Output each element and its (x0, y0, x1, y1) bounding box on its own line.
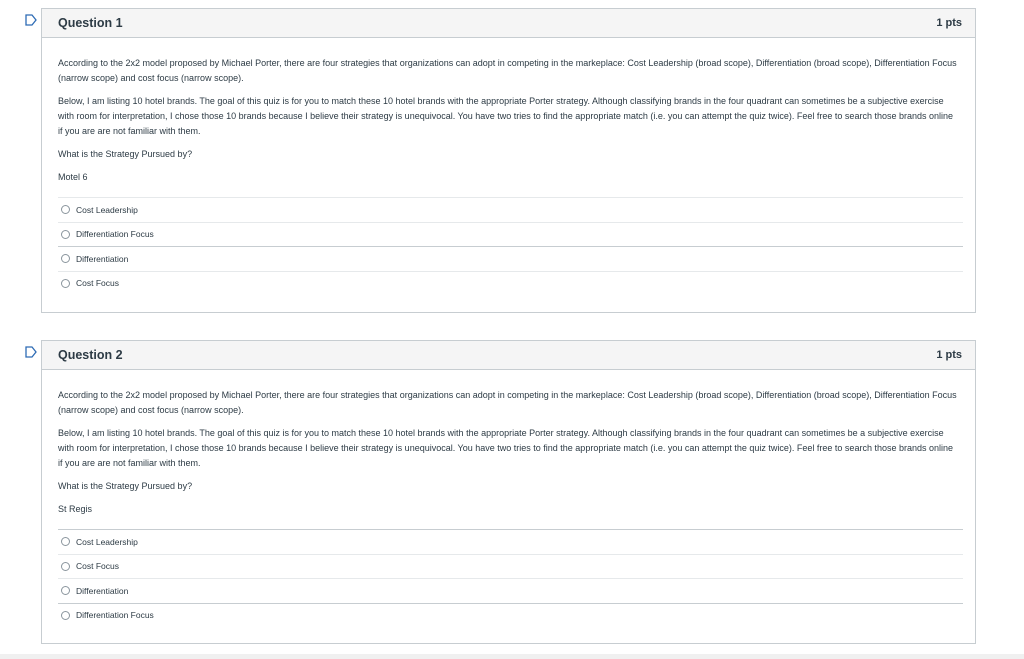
question-subject: Motel 6 (58, 172, 88, 182)
question-paragraph: Below, I am listing 10 hotel brands. The… (58, 428, 954, 468)
flag-icon[interactable] (25, 14, 37, 26)
question-header: Question 2 1 pts (42, 340, 975, 370)
answer-label: Differentiation (76, 585, 129, 596)
question-paragraph: According to the 2x2 model proposed by M… (58, 58, 957, 83)
answer-label: Cost Leadership (76, 536, 138, 547)
question-subject: St Regis (58, 504, 93, 514)
answer-option[interactable]: Differentiation Focus (58, 221, 963, 247)
question-1: Question 1 1 pts According to the 2x2 mo… (25, 8, 976, 313)
answer-option[interactable]: Cost Leadership (58, 529, 963, 554)
answer-label: Cost Leadership (76, 204, 138, 215)
question-prompt: What is the Strategy Pursued by? (58, 481, 193, 491)
question-title: Question 1 (58, 16, 123, 30)
radio-icon[interactable] (61, 229, 70, 239)
answer-label: Differentiation Focus (76, 229, 154, 240)
question-points: 1 pts (936, 17, 962, 29)
answer-list: Cost Leadership Cost Focus Differentiati… (58, 529, 963, 627)
answer-label: Cost Focus (76, 561, 119, 572)
answer-option[interactable]: Cost Focus (58, 270, 963, 296)
answer-option[interactable]: Cost Focus (58, 553, 963, 579)
radio-icon[interactable] (61, 278, 70, 288)
answer-option[interactable]: Cost Leadership (58, 197, 963, 222)
question-text: According to the 2x2 model proposed by M… (42, 370, 975, 517)
question-text: According to the 2x2 model proposed by M… (42, 38, 975, 185)
radio-icon[interactable] (61, 254, 70, 264)
question-header: Question 1 1 pts (42, 8, 975, 38)
radio-icon[interactable] (61, 610, 70, 620)
question-paragraph: According to the 2x2 model proposed by M… (58, 390, 957, 415)
radio-icon[interactable] (61, 586, 70, 596)
question-prompt: What is the Strategy Pursued by? (58, 149, 193, 159)
answer-list: Cost Leadership Differentiation Focus Di… (58, 197, 963, 295)
bottom-scroll-area (0, 654, 1024, 659)
question-points: 1 pts (936, 349, 962, 361)
answer-label: Differentiation Focus (76, 610, 154, 621)
question-paragraph: Below, I am listing 10 hotel brands. The… (58, 96, 954, 136)
answer-label: Cost Focus (76, 278, 119, 289)
answer-label: Differentiation (76, 253, 129, 264)
radio-icon[interactable] (61, 205, 70, 215)
question-title: Question 2 (58, 348, 123, 362)
answer-option[interactable]: Differentiation (58, 246, 963, 271)
radio-icon[interactable] (61, 561, 70, 571)
question-2: Question 2 1 pts According to the 2x2 mo… (25, 340, 976, 644)
answer-option[interactable]: Differentiation Focus (58, 602, 963, 628)
flag-icon[interactable] (25, 346, 37, 358)
answer-option[interactable]: Differentiation (58, 578, 963, 603)
radio-icon[interactable] (61, 537, 70, 547)
